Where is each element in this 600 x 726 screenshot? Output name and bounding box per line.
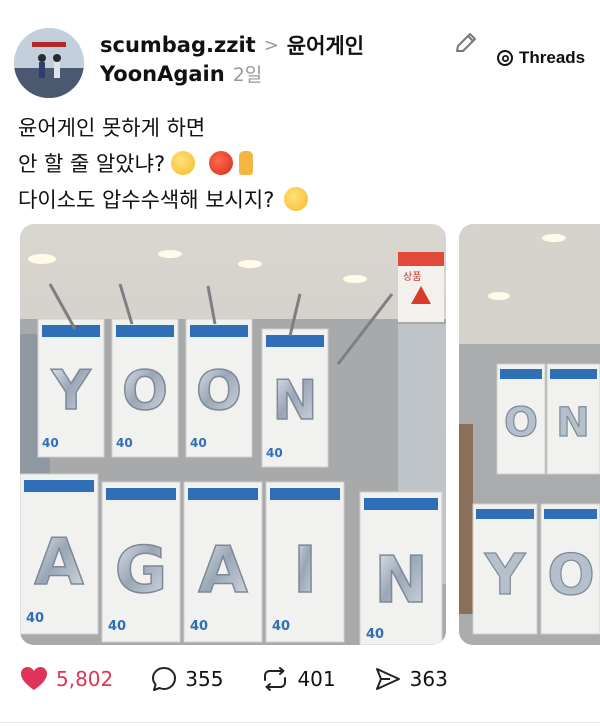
balloon-letter: N — [374, 544, 428, 618]
size-label: 40 — [116, 436, 133, 450]
comment-count: 355 — [185, 667, 224, 691]
divider — [0, 722, 600, 723]
balloon-letter: A — [198, 534, 248, 608]
post-line-1: 윤어게인 못하게 하면 — [18, 116, 206, 140]
post-line-3-wrap: 다이소도 압수수색해 보시지? — [18, 182, 309, 218]
store-sign-text: 상품 — [403, 271, 421, 283]
threads-badge[interactable]: Threads — [496, 48, 585, 68]
balloon-display-photo: 상품 Y 40 O 40 O 40 N 40 A 40 G 40 A 40 I … — [20, 224, 446, 645]
repost-count: 401 — [297, 667, 336, 691]
avatar[interactable] — [14, 28, 84, 98]
post-line-3: 다이소도 압수수색해 보시지? — [18, 188, 275, 212]
comment-bubble-icon — [152, 667, 177, 691]
balloon-letter: O — [504, 400, 538, 446]
repost-button[interactable]: 401 — [261, 666, 336, 692]
chevron-right-icon: > — [263, 34, 279, 56]
balloon-letter: G — [115, 534, 168, 608]
send-paper-plane-icon — [375, 668, 400, 690]
like-count: 5,802 — [56, 667, 114, 691]
threads-label: Threads — [519, 48, 586, 67]
share-button[interactable]: 363 — [374, 666, 448, 692]
username[interactable]: scumbag.zzit — [100, 33, 256, 57]
size-label: 40 — [266, 446, 283, 460]
like-button[interactable]: 5,802 — [20, 666, 113, 692]
smirking-face-icon — [171, 151, 196, 175]
size-label: 40 — [190, 619, 208, 634]
threads-logo-icon — [497, 50, 513, 66]
size-label: 40 — [108, 619, 126, 634]
post-time: 2일 — [232, 64, 263, 86]
balloon-letter: I — [293, 534, 317, 608]
heart-filled-icon — [21, 667, 47, 690]
action-bar: 5,802 355 401 363 — [20, 666, 486, 692]
balloon-letter: O — [547, 543, 595, 608]
balloon-letter: O — [122, 359, 168, 422]
author-row: YoonAgain 2일 — [100, 60, 262, 87]
post-photo-2[interactable]: O N Y O — [459, 224, 600, 645]
avatar-image — [14, 28, 84, 98]
size-label: 40 — [42, 436, 59, 450]
reply-target[interactable]: 윤어게인 — [287, 30, 364, 60]
repost-icon — [264, 667, 287, 691]
balloon-letter: Y — [50, 359, 91, 422]
display-name[interactable]: YoonAgain — [100, 62, 225, 86]
post-line-2-wrap: 안 할 줄 알았냐? — [18, 146, 308, 182]
cursing-face-icon — [209, 151, 234, 175]
post-photo-1[interactable]: 상품 Y 40 O 40 O 40 N 40 A 40 G 40 A 40 I … — [20, 224, 446, 645]
edit-pencil-icon[interactable] — [452, 30, 480, 58]
balloon-display-photo-2: O N Y O — [459, 224, 600, 645]
balloon-letter: N — [556, 400, 589, 446]
balloon-letter: N — [272, 369, 317, 432]
size-label: 40 — [366, 627, 384, 642]
post-header: scumbag.zzit > 윤어게인 — [100, 30, 364, 60]
size-label: 40 — [26, 611, 44, 626]
post-line-2: 안 할 줄 알았냐? — [18, 152, 166, 176]
balloon-letter: O — [196, 359, 242, 422]
balloon-letter: Y — [484, 543, 527, 608]
comment-button[interactable]: 355 — [151, 666, 223, 692]
size-label: 40 — [190, 436, 207, 450]
balloon-letter: A — [34, 526, 84, 600]
post-text: 윤어게인 못하게 하면 안 할 줄 알았냐? 다이소도 압수수색해 보시지? — [18, 110, 309, 218]
middle-finger-icon — [239, 151, 254, 175]
size-label: 40 — [272, 619, 290, 634]
share-count: 363 — [409, 667, 448, 691]
winking-face-icon — [284, 187, 309, 211]
